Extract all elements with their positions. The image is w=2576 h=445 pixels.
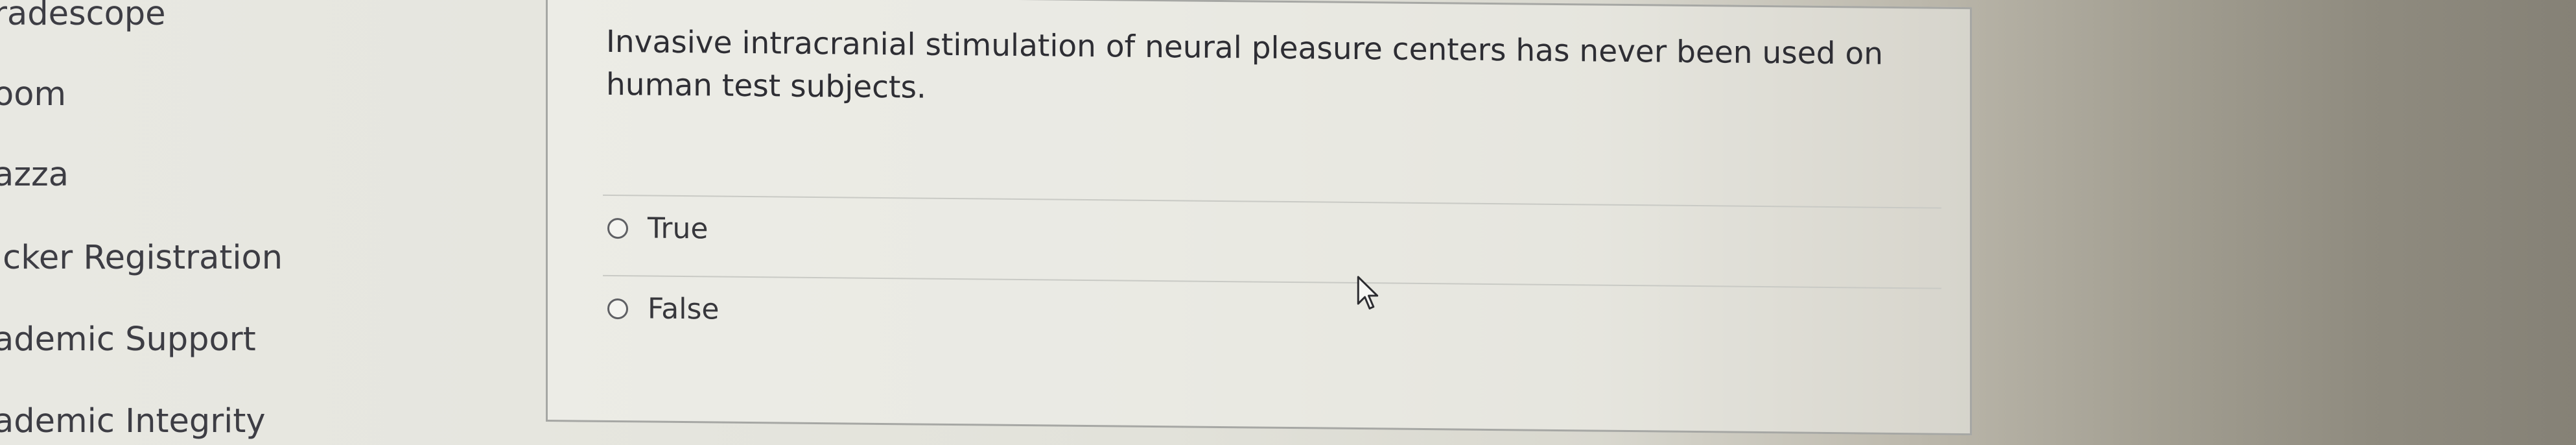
nav-item-clicker-registration[interactable]: icker Registration (0, 239, 283, 277)
divider (603, 194, 1941, 209)
nav-item-gradescope[interactable]: radescope (0, 0, 166, 33)
question-text: Invasive intracranial stimulation of neu… (606, 23, 1884, 106)
question-panel: Invasive intracranial stimulation of neu… (546, 0, 1972, 436)
radio-unchecked-icon[interactable] (607, 298, 628, 319)
answer-label-false: False (648, 292, 720, 326)
nav-item-academic-integrity[interactable]: ademic Integrity (0, 402, 266, 440)
nav-item-academic-support[interactable]: ademic Support (0, 320, 256, 359)
radio-unchecked-icon[interactable] (607, 217, 628, 239)
answer-option-true[interactable]: True (607, 211, 708, 245)
nav-item-piazza[interactable]: azza (0, 156, 69, 194)
nav-item-zoom[interactable]: oom (0, 75, 66, 114)
answer-option-false[interactable]: False (607, 292, 719, 326)
mouse-pointer-icon (1357, 276, 1379, 310)
divider (603, 274, 1941, 289)
course-nav-sidebar: radescope oom azza icker Registration ad… (0, 0, 532, 445)
answer-label-true: True (648, 211, 708, 246)
